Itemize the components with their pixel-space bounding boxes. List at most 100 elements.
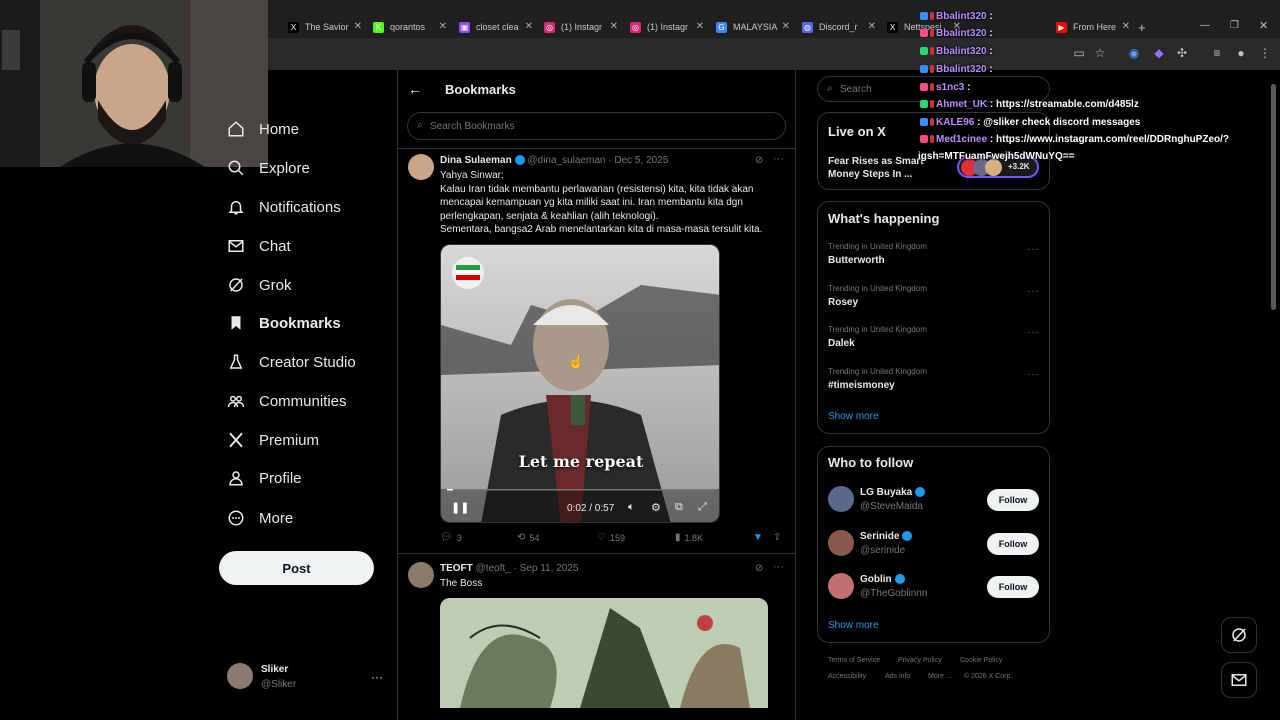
nav-notifications[interactable]: Notifications (227, 192, 341, 222)
grok-icon[interactable]: ⊘ (755, 563, 763, 574)
tweet-video[interactable]: Let me repeat ❚❚ 0:02 / 0:57 🔈︎ ⚙ ⧉ ⤢ (440, 244, 720, 523)
live-item[interactable]: Fear Rises as Smart Money Steps In ... (828, 155, 924, 181)
twitch-extension-icon[interactable]: ◆ (1152, 46, 1166, 60)
pause-icon[interactable]: ❚❚ (451, 501, 469, 514)
tweet-date[interactable]: · Sep 11, 2025 (514, 563, 579, 574)
follow-button[interactable]: Follow (987, 489, 1039, 511)
follow-button[interactable]: Follow (987, 532, 1039, 555)
browser-tab[interactable]: ▣ closet clea ✕ (453, 16, 533, 38)
browser-tab[interactable]: ◍ Discord_r ✕ (796, 16, 876, 38)
browser-tab[interactable]: ◎ (1) Instagr ✕ (624, 16, 704, 38)
grok-icon[interactable]: ⊘ (755, 155, 763, 166)
maximize-button[interactable]: ❐ (1230, 20, 1239, 31)
reply-button[interactable]: 💬︎ 3 (440, 532, 462, 543)
follow-name[interactable]: LG Buyaka (860, 487, 926, 498)
nav-profile[interactable]: Profile (227, 463, 302, 493)
follow-avatar[interactable] (828, 573, 854, 599)
follow-avatar[interactable] (828, 486, 854, 512)
tweet-author-avatar[interactable] (408, 154, 434, 180)
settings-gear-icon[interactable]: ⚙ (651, 501, 661, 514)
bookmark-button[interactable]: ▼ (753, 532, 767, 543)
nav-explore[interactable]: Explore (227, 153, 310, 183)
share-button[interactable]: ⇪ (773, 532, 785, 543)
footer-link[interactable]: Ads info (885, 673, 910, 680)
back-arrow-icon[interactable]: ← (408, 81, 422, 97)
close-tab-icon[interactable]: ✕ (610, 21, 618, 32)
footer-link[interactable]: Cookie Policy (960, 657, 1002, 664)
tweet-image[interactable] (440, 598, 768, 708)
footer-link[interactable]: Accessibility (828, 673, 866, 680)
nav-more[interactable]: More (227, 503, 293, 533)
trend-name[interactable]: Butterworth (828, 255, 885, 266)
browser-tab[interactable]: Kqorantos ✕ (367, 16, 447, 38)
nav-creator-studio[interactable]: Creator Studio (227, 347, 356, 377)
messages-float-button[interactable] (1221, 662, 1257, 698)
footer-link[interactable]: Terms of Service (828, 657, 880, 664)
nav-premium[interactable]: Premium (227, 425, 319, 455)
trend-name[interactable]: #timeismoney (828, 380, 895, 391)
trend-more-icon[interactable]: ··· (1027, 244, 1040, 255)
nav-communities[interactable]: Communities (227, 386, 347, 416)
nav-bookmarks[interactable]: Bookmarks (227, 308, 341, 338)
account-avatar[interactable] (227, 663, 253, 689)
show-more-trends-link[interactable]: Show more (828, 411, 879, 422)
tweet-more-icon[interactable]: ··· (773, 561, 784, 573)
like-button[interactable]: ♡ 159 (597, 532, 625, 543)
account-menu-icon[interactable]: ··· (371, 670, 383, 684)
close-tab-icon[interactable]: ✕ (696, 21, 704, 32)
tweet-author-avatar[interactable] (408, 562, 434, 588)
show-more-follow-link[interactable]: Show more (828, 620, 879, 631)
tweet-date[interactable]: · Dec 5, 2025 (608, 155, 668, 166)
chat-text: @sliker check discord messages (983, 117, 1141, 128)
close-tab-icon[interactable]: ✕ (354, 21, 362, 32)
puzzle-icon[interactable]: ✣ (1175, 46, 1189, 60)
footer-link[interactable]: More ... (928, 673, 952, 680)
close-window-button[interactable]: ✕ (1259, 19, 1268, 32)
media-icon[interactable]: ≡ (1210, 46, 1224, 60)
tweet-author-name[interactable]: TEOFT (440, 563, 473, 574)
fullscreen-icon[interactable]: ⤢ (698, 501, 707, 514)
tweet-author-handle[interactable]: @dina_sulaeman (527, 155, 605, 166)
browser-tab[interactable]: ▶ From Here ✕ (1050, 16, 1130, 38)
repost-button[interactable]: ⟲ 54 (517, 532, 539, 543)
follow-name[interactable]: Serinide (860, 531, 913, 542)
views-button[interactable]: ▮ 1.8K (675, 532, 703, 543)
minimize-button[interactable]: — (1200, 20, 1210, 31)
tweet-author-handle[interactable]: @teoft_ (476, 563, 511, 574)
trend-more-icon[interactable]: ··· (1027, 369, 1040, 380)
follow-avatar[interactable] (828, 529, 854, 556)
nav-chat[interactable]: Chat (227, 231, 291, 261)
browser-tab[interactable]: ◎ (1) Instagr ✕ (538, 16, 618, 38)
trend-name[interactable]: Rosey (828, 297, 858, 308)
close-tab-icon[interactable]: ✕ (525, 21, 533, 32)
tweet-author-name[interactable]: Dina Sulaeman (440, 155, 512, 166)
kebab-menu-icon[interactable]: ⋮ (1258, 46, 1272, 60)
post-button[interactable]: Post (219, 551, 374, 585)
extension-icon[interactable]: ◉ (1127, 46, 1141, 60)
trend-more-icon[interactable]: ··· (1027, 286, 1040, 297)
tweet-more-icon[interactable]: ··· (773, 153, 784, 165)
volume-icon[interactable]: 🔈︎ (628, 501, 635, 514)
nav-home[interactable]: Home (227, 114, 299, 144)
trend-name[interactable]: Dalek (828, 338, 855, 349)
footer-link[interactable]: Privacy Policy (898, 657, 942, 664)
grok-float-button[interactable] (1221, 617, 1257, 653)
install-icon[interactable]: ▭ (1072, 46, 1086, 60)
star-icon[interactable]: ☆ (1093, 46, 1107, 60)
close-tab-icon[interactable]: ✕ (782, 21, 790, 32)
follow-button[interactable]: Follow (987, 576, 1039, 598)
trend-more-icon[interactable]: ··· (1027, 327, 1040, 338)
close-tab-icon[interactable]: ✕ (1122, 21, 1130, 32)
browser-tab[interactable]: X The Savior ✕ (282, 16, 362, 38)
new-tab-button[interactable]: + (1138, 20, 1146, 35)
footer-link[interactable]: © 2026 X Corp. (964, 673, 1012, 680)
close-tab-icon[interactable]: ✕ (868, 21, 876, 32)
browser-tab[interactable]: G MALAYSIA ✕ (710, 16, 790, 38)
pip-icon[interactable]: ⧉ (675, 501, 683, 514)
follow-name[interactable]: Goblin (860, 574, 905, 585)
close-tab-icon[interactable]: ✕ (439, 21, 447, 32)
page-scrollbar[interactable] (1271, 84, 1276, 310)
profile-icon[interactable]: ● (1234, 46, 1248, 60)
search-bookmarks-input[interactable]: ⌕ Search Bookmarks (407, 112, 786, 140)
nav-grok[interactable]: Grok (227, 270, 292, 300)
